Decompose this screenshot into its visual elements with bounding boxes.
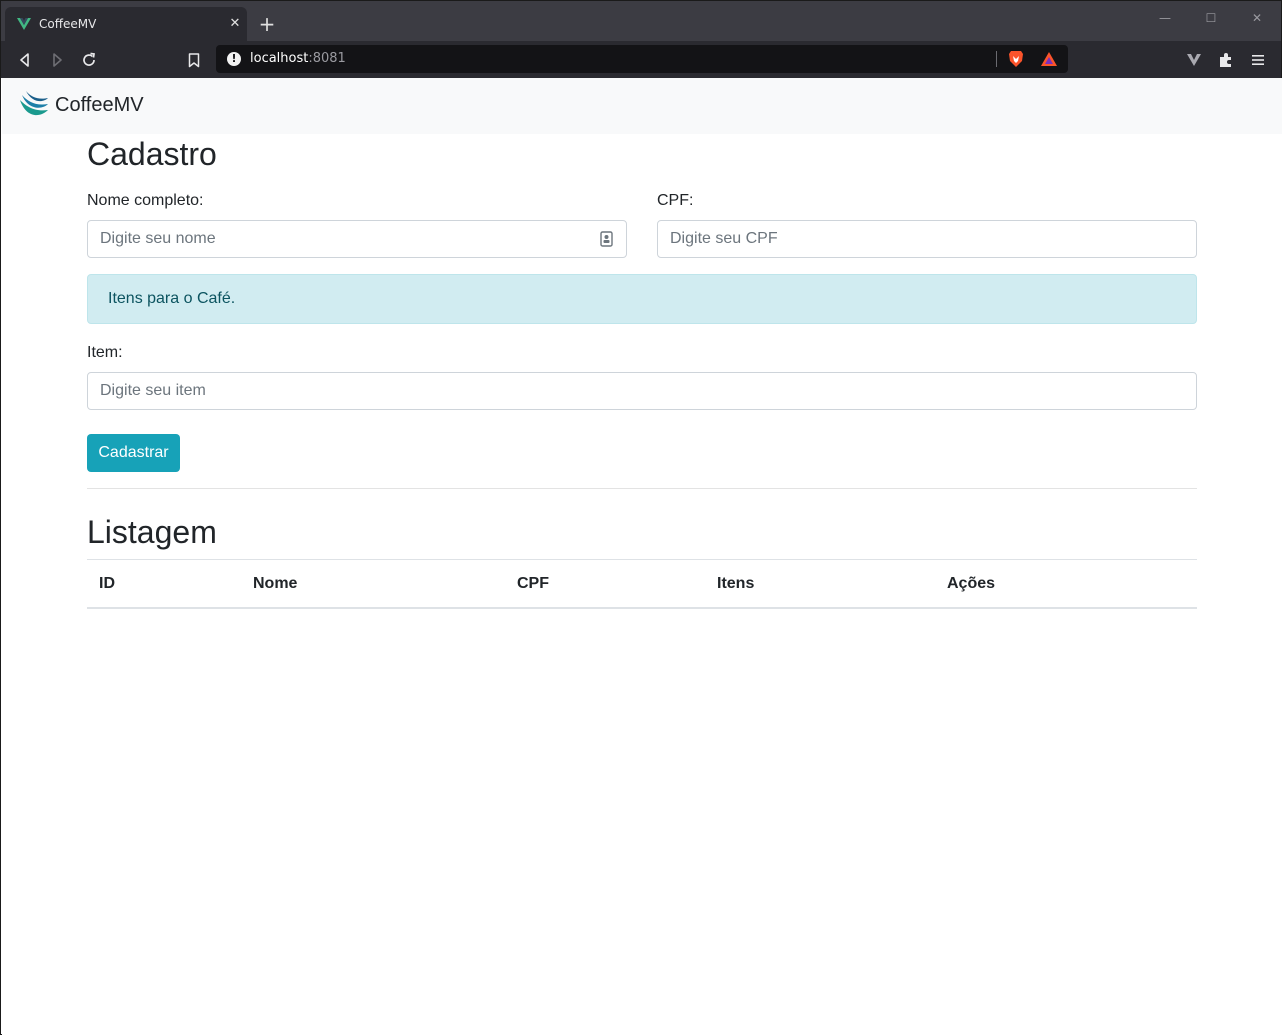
brave-wallet-button[interactable]: [1183, 49, 1205, 71]
nome-label: Nome completo:: [87, 192, 204, 209]
forward-arrow-icon: [53, 53, 62, 67]
forward-button[interactable]: [46, 49, 68, 71]
column-header-cpf[interactable]: CPF: [517, 575, 549, 593]
browser-toolbar: ! localhost:8081: [1, 41, 1281, 78]
brand-name[interactable]: CoffeeMV: [55, 94, 144, 117]
contact-card-icon[interactable]: [600, 231, 614, 247]
browser-window: CoffeeMV ✕ + — ☐ ✕ ! localhost:8081 Coff…: [0, 0, 1282, 1035]
item-input[interactable]: [87, 372, 1197, 410]
back-arrow-icon: [20, 53, 29, 67]
coffeemv-logo-icon[interactable]: [18, 90, 50, 122]
column-header-id[interactable]: ID: [99, 575, 115, 593]
brave-rewards-button[interactable]: [1038, 48, 1060, 70]
minimize-icon[interactable]: —: [1155, 9, 1175, 27]
web-page: CoffeeMV Cadastro Nome completo: CPF: It…: [2, 78, 1282, 1035]
brave-lion-icon: [1009, 51, 1023, 67]
table-header-row: ID Nome CPF Itens Ações: [87, 559, 1197, 609]
maximize-icon[interactable]: ☐: [1201, 9, 1221, 27]
listagem-table: ID Nome CPF Itens Ações: [87, 559, 1197, 609]
extensions-button[interactable]: [1215, 49, 1237, 71]
bookmark-icon: [188, 52, 200, 67]
puzzle-icon: [1220, 53, 1231, 67]
site-info-icon[interactable]: !: [227, 52, 241, 66]
new-tab-button[interactable]: +: [257, 14, 277, 34]
nome-input[interactable]: [87, 220, 627, 258]
browser-tab[interactable]: CoffeeMV ✕: [5, 7, 247, 41]
url-text: localhost:8081: [250, 51, 346, 66]
reload-button[interactable]: [78, 49, 100, 71]
cadastrar-button[interactable]: Cadastrar: [87, 434, 180, 472]
column-header-acoes[interactable]: Ações: [947, 575, 995, 593]
wallet-v-icon: [1187, 54, 1201, 66]
brave-rewards-icon: [1041, 52, 1057, 66]
tab-bar: CoffeeMV ✕ + — ☐ ✕: [1, 1, 1281, 41]
navbar: CoffeeMV: [2, 78, 1282, 134]
cadastro-title: Cadastro: [87, 136, 217, 172]
item-label: Item:: [87, 344, 123, 361]
window-close-icon[interactable]: ✕: [1247, 9, 1267, 27]
column-header-itens[interactable]: Itens: [717, 575, 754, 593]
vue-favicon-icon: [17, 18, 31, 30]
back-button[interactable]: [14, 49, 36, 71]
brave-shields-button[interactable]: [1005, 48, 1027, 70]
column-header-nome[interactable]: Nome: [253, 575, 297, 593]
address-bar[interactable]: ! localhost:8081: [216, 45, 1068, 73]
cpf-input[interactable]: [657, 220, 1197, 258]
url-divider: [996, 51, 997, 67]
tab-close-icon[interactable]: ✕: [227, 16, 243, 32]
listagem-title: Listagem: [87, 514, 217, 550]
info-alert: Itens para o Café.: [87, 274, 1197, 324]
bookmark-button[interactable]: [183, 49, 205, 71]
cpf-label: CPF:: [657, 192, 694, 209]
menu-button[interactable]: [1247, 49, 1269, 71]
hamburger-menu-icon: [1252, 55, 1264, 65]
tab-title: CoffeeMV: [39, 17, 97, 31]
reload-icon: [83, 52, 95, 66]
section-divider: [87, 488, 1197, 489]
